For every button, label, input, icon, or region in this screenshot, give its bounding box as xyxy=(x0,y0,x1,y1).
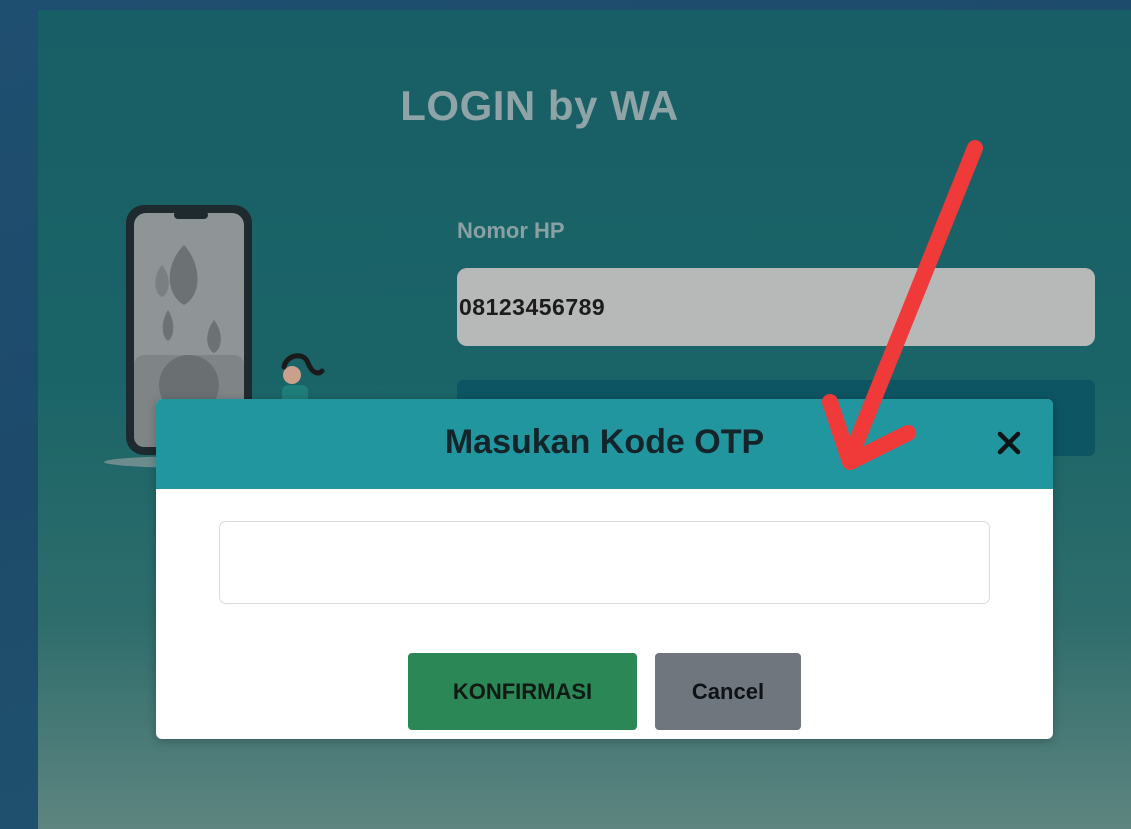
page-title: LOGIN by WA xyxy=(400,82,679,129)
modal-header: Masukan Kode OTP xyxy=(156,399,1053,489)
otp-code-input[interactable] xyxy=(219,521,990,604)
otp-modal: Masukan Kode OTP KONFIRMASI Cancel xyxy=(156,399,1053,739)
modal-title: Masukan Kode OTP xyxy=(444,423,765,461)
phone-number-label: Nomor HP xyxy=(457,218,565,243)
phone-number-input[interactable]: 08123456789 xyxy=(457,268,1095,346)
phone-number-value: 08123456789 xyxy=(459,293,606,320)
cancel-button[interactable]: Cancel xyxy=(655,653,801,730)
confirm-button[interactable]: KONFIRMASI xyxy=(408,653,637,730)
close-icon[interactable] xyxy=(991,425,1027,461)
